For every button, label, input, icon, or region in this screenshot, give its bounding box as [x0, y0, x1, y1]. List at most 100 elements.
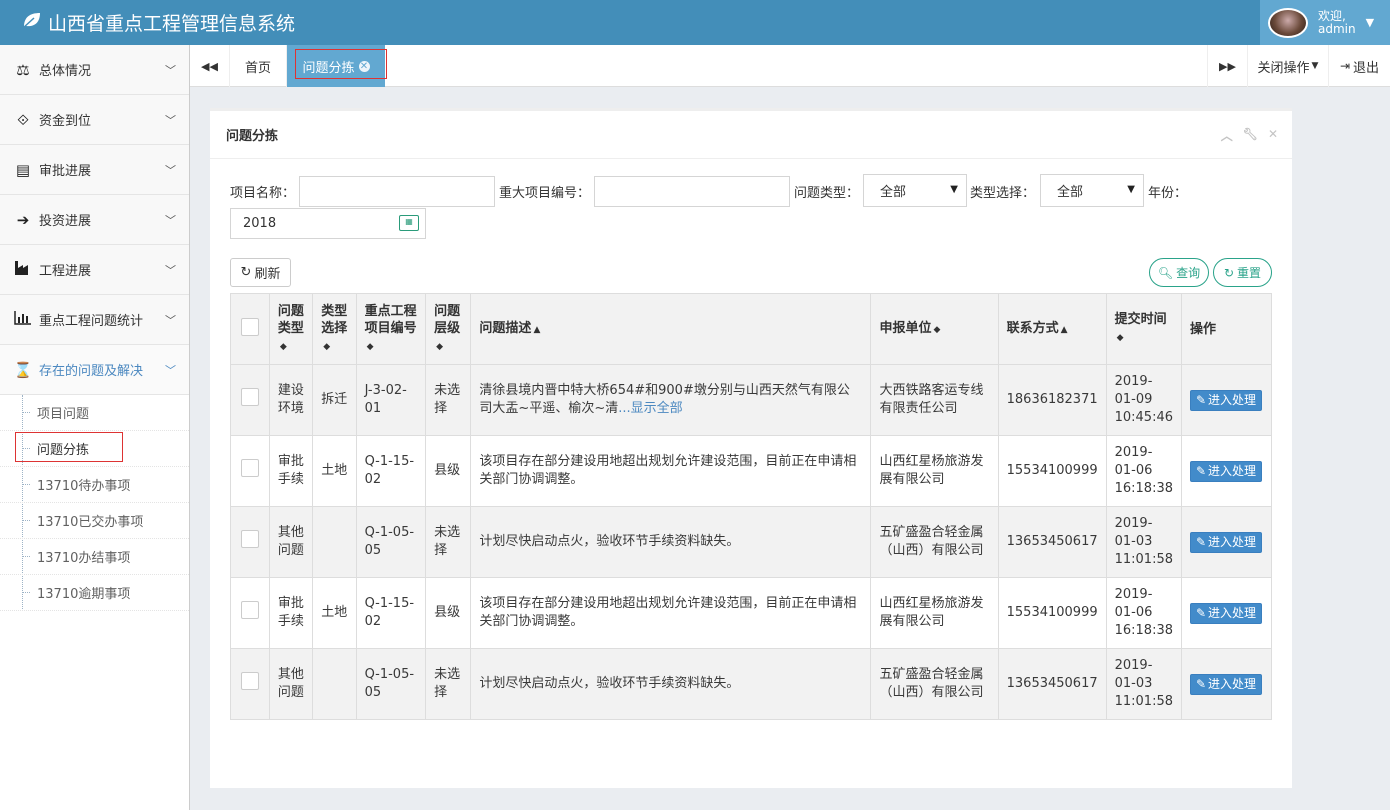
- refresh-button[interactable]: ↻ 刷新: [230, 258, 291, 287]
- chevron-up-icon[interactable]: ︿: [1221, 127, 1233, 144]
- backward-icon: ◀◀: [201, 59, 218, 73]
- newspaper-icon: ▤: [15, 160, 31, 179]
- row-checkbox[interactable]: [240, 388, 259, 406]
- sidebar-subitem-overdue[interactable]: 13710逾期事项: [0, 575, 189, 611]
- logout-button[interactable]: ⇥ 退出: [1328, 45, 1390, 87]
- cell-project-code: J-3-02-01: [355, 364, 427, 436]
- sidebar-subitem-assigned[interactable]: 13710已交办事项: [0, 503, 189, 539]
- chevron-up-icon: ﹀: [165, 364, 176, 377]
- row-checkbox[interactable]: [240, 530, 259, 548]
- cell-type-select: [312, 648, 357, 720]
- project-name-input[interactable]: [299, 176, 495, 207]
- type-select-value: 全部: [1057, 185, 1084, 200]
- col-contact[interactable]: 联系方式 ▲: [997, 293, 1107, 365]
- sort-icon: ◆: [933, 324, 941, 335]
- cell-time: 2019-01-03 11:01:58: [1105, 506, 1183, 578]
- caret-down-icon: ▼: [950, 184, 958, 195]
- query-label: 查询: [1176, 266, 1201, 280]
- cell-project-code: Q-1-15-02: [355, 577, 427, 649]
- year-label: 年份：: [1148, 186, 1188, 201]
- sidebar-subitem-project-problems[interactable]: 项目问题: [0, 395, 189, 431]
- sort-icon: ◆: [279, 341, 287, 352]
- sidebar-item-problems[interactable]: ⌛ 存在的问题及解决 ﹀: [0, 345, 189, 395]
- cell-description: 清徐县境内晋中特大桥654#和900#墩分别与山西天然气有限公司大盂~平遥、榆次…: [470, 364, 872, 436]
- edit-icon: ✎: [1195, 393, 1207, 407]
- col-problem-level[interactable]: 问题层级 ◆: [425, 293, 472, 365]
- cell-problem-type[interactable]: 其他问题: [268, 648, 314, 720]
- sidebar-subitem-completed[interactable]: 13710办结事项: [0, 539, 189, 575]
- forward-icon: ▶▶: [1219, 59, 1236, 73]
- industry-icon: [12, 260, 34, 279]
- sort-icon: ◆: [366, 341, 374, 352]
- type-select[interactable]: 全部 ▼: [1040, 174, 1144, 207]
- sidebar-item-construction[interactable]: 工程进展 ﹀: [0, 245, 189, 295]
- col-type-select[interactable]: 类型选择 ◆: [312, 293, 357, 365]
- app-title: 山西省重点工程管理信息系统: [48, 13, 296, 35]
- wrench-icon[interactable]: 🔧︎: [1243, 127, 1258, 144]
- col-submit-time[interactable]: 提交时间◆: [1105, 293, 1183, 365]
- handshake-icon: ⟐: [17, 110, 29, 129]
- reset-button[interactable]: ↻ 重置: [1213, 258, 1272, 287]
- col-description[interactable]: 问题描述 ▲: [470, 293, 872, 365]
- col-problem-type[interactable]: 问题类型 ◆: [268, 293, 314, 365]
- scroll-tabs-right-button[interactable]: ▶▶: [1207, 45, 1247, 87]
- sidebar-item-approval[interactable]: ▤ 审批进展 ﹀: [0, 145, 189, 195]
- sidebar-item-label: 资金到位: [39, 114, 92, 129]
- cell-project-code: Q-1-05-05: [355, 506, 427, 578]
- cell-description: 该项目存在部分建设用地超出规划允许建设范围，目前正在申请相关部门协调调整。: [470, 577, 872, 649]
- process-button[interactable]: ✎ 进入处理: [1190, 602, 1262, 624]
- cell-phone: 18636182371: [997, 364, 1107, 436]
- close-icon[interactable]: ✕: [1268, 127, 1278, 144]
- cell-problem-type[interactable]: 审批手续: [268, 577, 314, 649]
- balance-scale-icon: ⚖: [16, 60, 30, 79]
- process-button[interactable]: ✎ 进入处理: [1190, 460, 1262, 482]
- sidebar-item-problem-stats[interactable]: 重点工程问题统计 ﹀: [0, 295, 189, 345]
- hourglass-icon: ⌛: [13, 360, 33, 379]
- process-button[interactable]: ✎ 进入处理: [1190, 389, 1262, 411]
- close-operations-dropdown[interactable]: 关闭操作 ▼: [1247, 45, 1328, 87]
- sidebar-item-overview[interactable]: ⚖ 总体情况 ﹀: [0, 45, 189, 95]
- select-all-checkbox[interactable]: [240, 317, 259, 336]
- cell-problem-type[interactable]: 审批手续: [268, 435, 314, 507]
- process-button[interactable]: ✎ 进入处理: [1190, 531, 1262, 553]
- tab-home[interactable]: 首页: [230, 45, 287, 87]
- avatar: [1268, 7, 1308, 38]
- chevron-down-icon: ﹀: [165, 214, 176, 227]
- row-checkbox[interactable]: [240, 672, 259, 690]
- show-all-link[interactable]: ...显示全部: [618, 401, 682, 416]
- sidebar-item-label: 工程进展: [39, 264, 92, 279]
- sidebar-item-funding[interactable]: ⟐ 资金到位 ﹀: [0, 95, 189, 145]
- row-checkbox[interactable]: [240, 459, 259, 477]
- sign-in-icon: ➔: [16, 210, 30, 229]
- sidebar-item-label: 重点工程问题统计: [39, 314, 144, 329]
- chevron-down-icon: ﹀: [165, 164, 176, 177]
- year-input[interactable]: 2018 ▦: [230, 208, 426, 239]
- main-panel: 问题分拣 ︿ 🔧︎ ✕ 项目名称： 重大项目编号： 问题类型： 全部 ▼ 类型选…: [210, 108, 1292, 788]
- edit-icon: ✎: [1195, 464, 1207, 478]
- sidebar-subitem-todo[interactable]: 13710待办事项: [0, 467, 189, 503]
- query-button[interactable]: 🔍︎ 查询: [1149, 258, 1209, 287]
- project-no-input[interactable]: [594, 176, 790, 207]
- process-button[interactable]: ✎ 进入处理: [1190, 673, 1262, 695]
- problem-type-select[interactable]: 全部 ▼: [863, 174, 967, 207]
- row-checkbox[interactable]: [240, 601, 259, 619]
- app-brand[interactable]: 山西省重点工程管理信息系统: [22, 9, 295, 36]
- refresh-icon: ↻: [1223, 265, 1235, 280]
- user-name: admin: [1318, 21, 1356, 36]
- scroll-tabs-left-button[interactable]: ◀◀: [190, 45, 230, 87]
- table-header-row: 问题类型 ◆ 类型选择 ◆ 重点工程项目编号 ◆ 问题层级 ◆ 问题描述 ▲ 申报单位 ◆ …: [230, 293, 1272, 365]
- col-project-code[interactable]: 重点工程项目编号 ◆: [355, 293, 427, 365]
- sidebar-item-investment[interactable]: ➔ 投资进展 ﹀: [0, 195, 189, 245]
- cell-problem-type[interactable]: 建设环境: [268, 364, 314, 436]
- user-menu[interactable]: 欢迎, admin ▼: [1260, 0, 1390, 45]
- sidebar-submenu: 项目问题 问题分拣 13710待办事项 13710已交办事项 13710办结事项…: [0, 395, 189, 611]
- cell-type-select: [312, 506, 357, 578]
- cell-problem-type[interactable]: 其他问题: [268, 506, 314, 578]
- calendar-icon[interactable]: ▦: [399, 215, 419, 231]
- cell-problem-level: 未选择: [425, 364, 472, 436]
- cell-time: 2019-01-09 10:45:46: [1105, 364, 1183, 436]
- cell-unit: 山西红星杨旅游发展有限公司: [870, 577, 999, 649]
- cell-problem-level: 县级: [425, 577, 472, 649]
- leaf-icon: [22, 11, 42, 34]
- col-unit[interactable]: 申报单位 ◆: [870, 293, 999, 365]
